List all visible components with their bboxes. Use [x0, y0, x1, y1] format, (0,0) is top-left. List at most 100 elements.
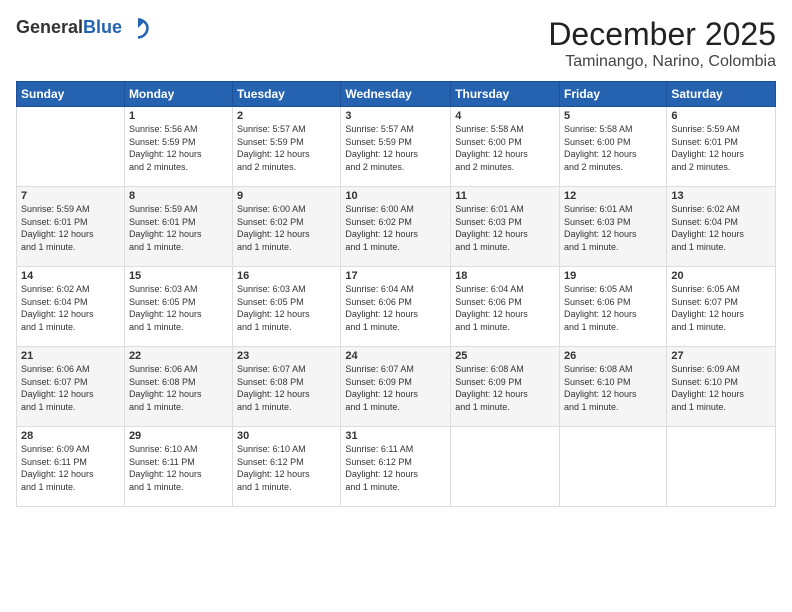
table-row: 17Sunrise: 6:04 AM Sunset: 6:06 PM Dayli… [341, 267, 451, 347]
day-info: Sunrise: 6:05 AM Sunset: 6:07 PM Dayligh… [671, 283, 771, 333]
table-row [667, 427, 776, 507]
day-number: 31 [345, 430, 446, 442]
day-number: 22 [129, 350, 228, 362]
col-sunday: Sunday [17, 82, 125, 107]
day-number: 26 [564, 350, 662, 362]
location-title: Taminango, Narino, Colombia [548, 53, 776, 71]
table-row: 14Sunrise: 6:02 AM Sunset: 6:04 PM Dayli… [17, 267, 125, 347]
table-row: 16Sunrise: 6:03 AM Sunset: 6:05 PM Dayli… [233, 267, 341, 347]
table-row: 4Sunrise: 5:58 AM Sunset: 6:00 PM Daylig… [451, 107, 560, 187]
day-info: Sunrise: 5:58 AM Sunset: 6:00 PM Dayligh… [564, 123, 662, 173]
day-number: 10 [345, 190, 446, 202]
day-info: Sunrise: 6:01 AM Sunset: 6:03 PM Dayligh… [455, 203, 555, 253]
table-row: 20Sunrise: 6:05 AM Sunset: 6:07 PM Dayli… [667, 267, 776, 347]
day-number: 15 [129, 270, 228, 282]
table-row: 13Sunrise: 6:02 AM Sunset: 6:04 PM Dayli… [667, 187, 776, 267]
table-row: 27Sunrise: 6:09 AM Sunset: 6:10 PM Dayli… [667, 347, 776, 427]
header: GeneralBlue December 2025 Taminango, Nar… [16, 16, 776, 71]
day-number: 24 [345, 350, 446, 362]
col-monday: Monday [124, 82, 232, 107]
day-number: 7 [21, 190, 120, 202]
day-number: 16 [237, 270, 336, 282]
day-number: 18 [455, 270, 555, 282]
day-info: Sunrise: 6:06 AM Sunset: 6:08 PM Dayligh… [129, 363, 228, 413]
day-number: 28 [21, 430, 120, 442]
col-saturday: Saturday [667, 82, 776, 107]
page: GeneralBlue December 2025 Taminango, Nar… [0, 0, 792, 612]
day-number: 20 [671, 270, 771, 282]
day-number: 4 [455, 110, 555, 122]
day-info: Sunrise: 6:04 AM Sunset: 6:06 PM Dayligh… [455, 283, 555, 333]
table-row: 15Sunrise: 6:03 AM Sunset: 6:05 PM Dayli… [124, 267, 232, 347]
calendar-week-4: 28Sunrise: 6:09 AM Sunset: 6:11 PM Dayli… [17, 427, 776, 507]
day-number: 23 [237, 350, 336, 362]
day-number: 9 [237, 190, 336, 202]
day-info: Sunrise: 5:56 AM Sunset: 5:59 PM Dayligh… [129, 123, 228, 173]
calendar-week-1: 7 Sunrise: 5:59 AM Sunset: 6:01 PM Daylig… [17, 187, 776, 267]
day-info: Sunrise: 6:04 AM Sunset: 6:06 PM Dayligh… [345, 283, 446, 333]
table-row: 3Sunrise: 5:57 AM Sunset: 5:59 PM Daylig… [341, 107, 451, 187]
calendar-week-2: 14Sunrise: 6:02 AM Sunset: 6:04 PM Dayli… [17, 267, 776, 347]
day-info: Sunrise: 5:57 AM Sunset: 5:59 PM Dayligh… [237, 123, 336, 173]
day-number: 27 [671, 350, 771, 362]
table-row: 7Sunrise: 5:59 AM Sunset: 6:01 PM Daylig… [17, 187, 125, 267]
table-row: 6Sunrise: 5:59 AM Sunset: 6:01 PM Daylig… [667, 107, 776, 187]
day-number: 3 [345, 110, 446, 122]
day-info: Sunrise: 6:00 AM Sunset: 6:02 PM Dayligh… [345, 203, 446, 253]
table-row [451, 427, 560, 507]
table-row: 9Sunrise: 6:00 AM Sunset: 6:02 PM Daylig… [233, 187, 341, 267]
table-row: 1Sunrise: 5:56 AM Sunset: 5:59 PM Daylig… [124, 107, 232, 187]
day-info: Sunrise: 6:00 AM Sunset: 6:02 PM Dayligh… [237, 203, 336, 253]
day-number: 6 [671, 110, 771, 122]
table-row: 26Sunrise: 6:08 AM Sunset: 6:10 PM Dayli… [560, 347, 667, 427]
day-number: 2 [237, 110, 336, 122]
table-row: 22Sunrise: 6:06 AM Sunset: 6:08 PM Dayli… [124, 347, 232, 427]
day-info: Sunrise: 6:03 AM Sunset: 6:05 PM Dayligh… [237, 283, 336, 333]
day-number: 13 [671, 190, 771, 202]
day-info: Sunrise: 5:57 AM Sunset: 5:59 PM Dayligh… [345, 123, 446, 173]
col-thursday: Thursday [451, 82, 560, 107]
day-info: Sunrise: 6:09 AM Sunset: 6:11 PM Dayligh… [21, 443, 120, 493]
col-wednesday: Wednesday [341, 82, 451, 107]
day-number: 19 [564, 270, 662, 282]
day-info: Sunrise: 6:05 AM Sunset: 6:06 PM Dayligh… [564, 283, 662, 333]
day-info: Sunrise: 6:07 AM Sunset: 6:09 PM Dayligh… [345, 363, 446, 413]
calendar-header-row: Sunday Monday Tuesday Wednesday Thursday… [17, 82, 776, 107]
day-number: 5 [564, 110, 662, 122]
day-number: 17 [345, 270, 446, 282]
day-number: 30 [237, 430, 336, 442]
day-info: Sunrise: 6:02 AM Sunset: 6:04 PM Dayligh… [21, 283, 120, 333]
title-block: December 2025 Taminango, Narino, Colombi… [548, 16, 776, 71]
table-row: 10Sunrise: 6:00 AM Sunset: 6:02 PM Dayli… [341, 187, 451, 267]
calendar-week-0: 1Sunrise: 5:56 AM Sunset: 5:59 PM Daylig… [17, 107, 776, 187]
day-info: Sunrise: 5:58 AM Sunset: 6:00 PM Dayligh… [455, 123, 555, 173]
table-row: 23Sunrise: 6:07 AM Sunset: 6:08 PM Dayli… [233, 347, 341, 427]
table-row [17, 107, 125, 187]
day-info: Sunrise: 6:07 AM Sunset: 6:08 PM Dayligh… [237, 363, 336, 413]
table-row: 25Sunrise: 6:08 AM Sunset: 6:09 PM Dayli… [451, 347, 560, 427]
day-info: Sunrise: 6:10 AM Sunset: 6:12 PM Dayligh… [237, 443, 336, 493]
table-row: 8Sunrise: 5:59 AM Sunset: 6:01 PM Daylig… [124, 187, 232, 267]
table-row: 11Sunrise: 6:01 AM Sunset: 6:03 PM Dayli… [451, 187, 560, 267]
day-number: 8 [129, 190, 228, 202]
table-row: 18Sunrise: 6:04 AM Sunset: 6:06 PM Dayli… [451, 267, 560, 347]
col-tuesday: Tuesday [233, 82, 341, 107]
day-info: Sunrise: 6:09 AM Sunset: 6:10 PM Dayligh… [671, 363, 771, 413]
day-number: 29 [129, 430, 228, 442]
day-info: Sunrise: 5:59 AM Sunset: 6:01 PM Dayligh… [671, 123, 771, 173]
table-row: 29Sunrise: 6:10 AM Sunset: 6:11 PM Dayli… [124, 427, 232, 507]
day-info: Sunrise: 6:01 AM Sunset: 6:03 PM Dayligh… [564, 203, 662, 253]
day-number: 12 [564, 190, 662, 202]
day-info: Sunrise: 6:06 AM Sunset: 6:07 PM Dayligh… [21, 363, 120, 413]
day-info: Sunrise: 6:10 AM Sunset: 6:11 PM Dayligh… [129, 443, 228, 493]
logo: GeneralBlue [16, 16, 150, 40]
table-row [560, 427, 667, 507]
table-row: 19Sunrise: 6:05 AM Sunset: 6:06 PM Dayli… [560, 267, 667, 347]
calendar-table: Sunday Monday Tuesday Wednesday Thursday… [16, 81, 776, 507]
day-info: Sunrise: 6:08 AM Sunset: 6:09 PM Dayligh… [455, 363, 555, 413]
logo-icon [126, 16, 150, 40]
table-row: 5Sunrise: 5:58 AM Sunset: 6:00 PM Daylig… [560, 107, 667, 187]
day-info: Sunrise: 6:02 AM Sunset: 6:04 PM Dayligh… [671, 203, 771, 253]
table-row: 2Sunrise: 5:57 AM Sunset: 5:59 PM Daylig… [233, 107, 341, 187]
day-info: Sunrise: 5:59 AM Sunset: 6:01 PM Dayligh… [129, 203, 228, 253]
